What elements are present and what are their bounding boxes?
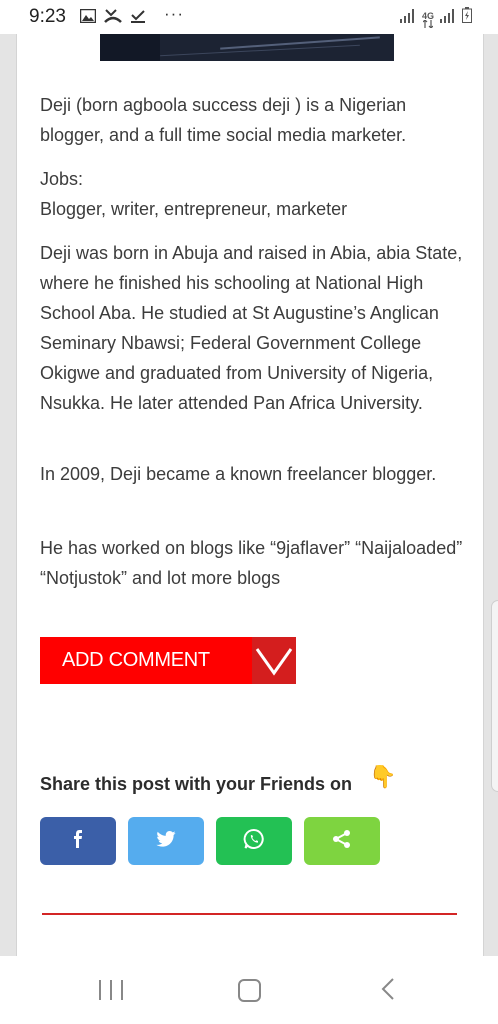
status-more-indicator: ···: [164, 4, 184, 23]
home-icon[interactable]: [238, 979, 261, 1002]
twitter-icon: [156, 830, 176, 852]
signal-icon: [440, 9, 456, 28]
share-facebook-button[interactable]: [40, 817, 116, 865]
add-comment-label: ADD COMMENT: [62, 649, 210, 671]
share-twitter-button[interactable]: [128, 817, 204, 865]
battery-icon: [462, 7, 472, 28]
missed-call-icon: [104, 8, 122, 29]
status-bar: 9:23 ··· 4G: [0, 0, 498, 34]
article-hero-image: [100, 34, 394, 61]
article-page: Deji (born agboola success deji ) is a N…: [16, 34, 484, 956]
network-4g-icon: 4G: [422, 12, 434, 28]
status-time: 9:23: [29, 6, 66, 27]
scroll-handle[interactable]: [491, 600, 498, 792]
share-more-button[interactable]: [304, 817, 380, 865]
system-nav-bar: [0, 956, 498, 1024]
chevron-down-icon: [252, 637, 296, 684]
share-icon: [332, 829, 352, 854]
status-system-icons: 4G: [399, 7, 472, 28]
section-divider: [42, 913, 457, 915]
signal-icon: [399, 9, 416, 28]
download-done-icon: [130, 8, 146, 29]
back-icon[interactable]: [380, 978, 396, 1005]
whatsapp-icon: [243, 828, 265, 855]
add-comment-button[interactable]: ADD COMMENT: [40, 637, 296, 684]
facebook-icon: [72, 829, 84, 853]
status-notification-icons: [79, 8, 146, 29]
article-paragraph: Deji (born agboola success deji ) is a N…: [40, 95, 407, 145]
article-paragraph: He has worked on blogs like “9jaflaver” …: [40, 538, 463, 588]
recents-icon[interactable]: [99, 980, 123, 1000]
share-title: Share this post with your Friends on: [40, 774, 353, 794]
share-whatsapp-button[interactable]: [216, 817, 292, 865]
article-paragraph: In 2009, Deji became a known freelancer …: [40, 464, 437, 484]
article-paragraph-jobs: Jobs: Blogger, writer, entrepreneur, mar…: [40, 169, 348, 219]
pointing-down-emoji: 👇: [369, 764, 397, 789]
network-label: 4G: [421, 11, 434, 21]
image-icon: [79, 8, 97, 28]
article-paragraph: Deji was born in Abuja and raised in Abi…: [40, 243, 463, 413]
